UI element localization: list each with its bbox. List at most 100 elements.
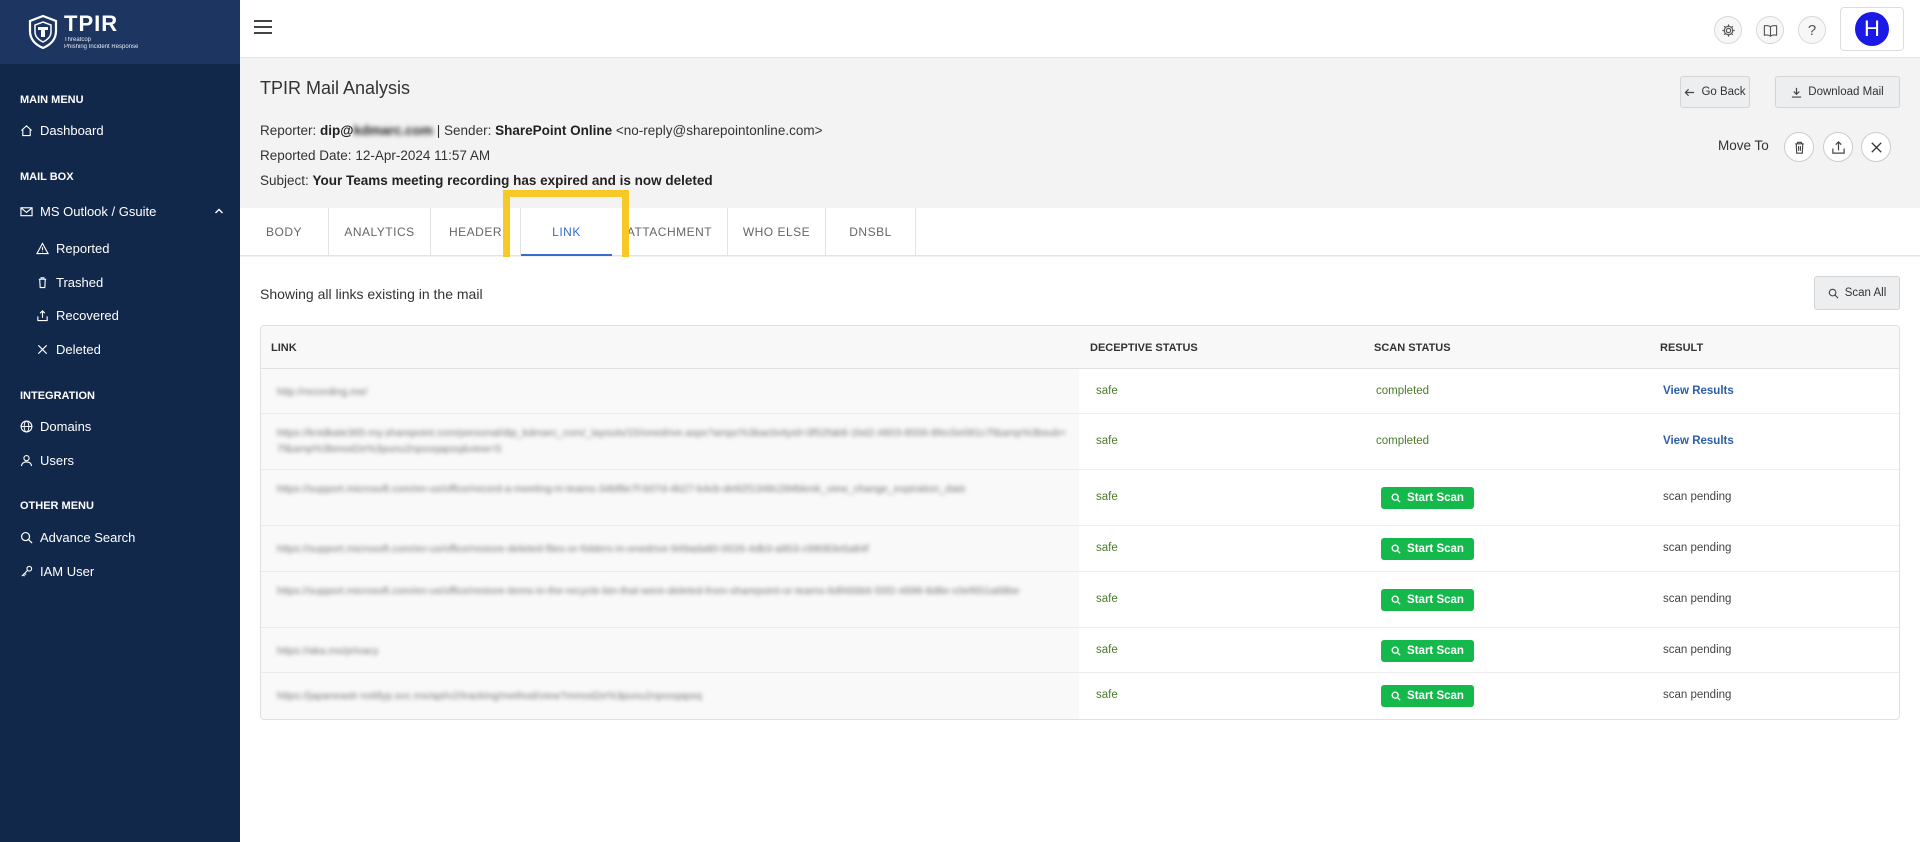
result-status: scan pending — [1663, 491, 1732, 503]
shield-logo-icon — [28, 15, 58, 49]
sidebar-item-dashboard[interactable]: Dashboard — [0, 115, 240, 145]
start-scan-button[interactable]: Start Scan — [1381, 487, 1474, 509]
key-icon — [21, 565, 33, 577]
recover-icon — [1831, 140, 1845, 154]
search-icon — [1828, 288, 1839, 298]
deceptive-status: safe — [1096, 593, 1118, 605]
view-results-link[interactable]: View Results — [1663, 435, 1734, 447]
column-header-deceptive-status: DECEPTIVE STATUS — [1090, 342, 1198, 354]
sidebar-item-label: Recovered — [56, 307, 119, 323]
trash-icon — [38, 276, 47, 288]
tab-dnsbl[interactable]: DNSBL — [826, 208, 916, 256]
table-row: https://support.microsoft.com/en-us/offi… — [261, 572, 1899, 628]
start-scan-label: Start Scan — [1407, 690, 1464, 702]
sidebar-item-domains[interactable]: Domains — [0, 411, 240, 441]
sidebar-item-deleted[interactable]: Deleted — [0, 334, 240, 364]
move-to-recover-button[interactable] — [1823, 132, 1853, 162]
start-scan-button[interactable]: Start Scan — [1381, 685, 1474, 707]
showing-links-text: Showing all links existing in the mail — [260, 286, 483, 302]
subject-value: Your Teams meeting recording has expired… — [312, 173, 713, 188]
sidebar-item-label: IAM User — [40, 563, 95, 579]
arrow-left-icon — [1684, 88, 1695, 96]
deceptive-status: safe — [1096, 385, 1118, 397]
sidebar-item-recovered[interactable]: Recovered — [0, 300, 240, 330]
reporter-email-domain: kdmarc.com — [353, 123, 434, 138]
sidebar-item-label: Trashed — [56, 274, 104, 290]
avatar: H — [1855, 12, 1889, 46]
sender-name: SharePoint Online — [495, 123, 613, 138]
start-scan-button[interactable]: Start Scan — [1381, 640, 1474, 662]
close-icon — [37, 344, 48, 354]
result-status: scan pending — [1663, 593, 1732, 605]
table-row: https://support.microsoft.com/en-us/offi… — [261, 526, 1899, 572]
sidebar-item-ms-outlook[interactable]: MS Outlook / Gsuite — [0, 196, 240, 226]
move-to-delete-button[interactable] — [1861, 132, 1891, 162]
tab-analytics[interactable]: ANALYTICS — [329, 208, 431, 256]
chevron-up-icon[interactable] — [214, 206, 224, 216]
start-scan-label: Start Scan — [1407, 645, 1464, 657]
start-scan-button[interactable]: Start Scan — [1381, 589, 1474, 611]
scan-status: completed — [1376, 385, 1430, 397]
link-url[interactable]: https://support.microsoft.com/en-us/offi… — [277, 583, 1067, 599]
sidebar-item-reported[interactable]: Reported — [0, 233, 240, 263]
logo[interactable]: TPIR Threatcop Phishing Incident Respons… — [0, 0, 240, 64]
link-url[interactable]: https://japaneastr-notifyp.svc.ms/api/v2… — [277, 688, 1067, 704]
table-row: https://aka.ms/privacy safe Start Scan s… — [261, 628, 1899, 673]
link-url[interactable]: http://recording.me/ — [277, 384, 1067, 400]
search-icon — [1391, 691, 1401, 701]
mailbox-heading: MAIL BOX — [20, 171, 74, 183]
brand-subtitle-line2: Phishing Incident Response — [64, 44, 139, 50]
tab-who-else[interactable]: WHO ELSE — [728, 208, 826, 256]
user-icon — [20, 454, 33, 466]
search-icon — [1391, 544, 1401, 554]
link-url[interactable]: https://support.microsoft.com/en-us/offi… — [277, 481, 1067, 497]
table-row: https://knidkate365-my.sharepoint.com/pe… — [261, 414, 1899, 470]
sidebar-item-iam-user[interactable]: IAM User — [0, 556, 240, 586]
search-icon — [1391, 646, 1401, 656]
avatar-button[interactable]: H — [1840, 7, 1904, 51]
sidebar-item-users[interactable]: Users — [0, 445, 240, 475]
download-icon — [1792, 87, 1802, 98]
deceptive-status: safe — [1096, 644, 1118, 656]
deceptive-status: safe — [1096, 542, 1118, 554]
settings-gear-icon[interactable] — [1714, 16, 1742, 44]
result-status: scan pending — [1663, 689, 1732, 701]
book-icon[interactable] — [1756, 16, 1784, 44]
tab-attachment[interactable]: ATTACHMENT — [612, 208, 728, 256]
tab-body[interactable]: BODY — [240, 208, 329, 256]
start-scan-button[interactable]: Start Scan — [1381, 538, 1474, 560]
home-icon — [21, 124, 32, 136]
sidebar-item-label: Users — [40, 452, 74, 468]
move-to-trash-button[interactable] — [1784, 132, 1814, 162]
sidebar: TPIR Threatcop Phishing Incident Respons… — [0, 0, 240, 842]
download-mail-button[interactable]: Download Mail — [1775, 76, 1900, 108]
recover-icon — [37, 309, 48, 321]
sidebar-item-trashed[interactable]: Trashed — [0, 267, 240, 297]
link-url[interactable]: https://support.microsoft.com/en-us/offi… — [277, 541, 1067, 557]
table-row: https://support.microsoft.com/en-us/offi… — [261, 470, 1899, 526]
sidebar-item-label: Reported — [56, 240, 110, 256]
column-header-scan-status: SCAN STATUS — [1374, 342, 1451, 354]
table-header: LINK DECEPTIVE STATUS SCAN STATUS RESULT — [261, 326, 1899, 369]
tab-bar: BODY ANALYTICS HEADER LINK ATTACHMENT WH… — [240, 208, 1920, 256]
page-title: TPIR Mail Analysis — [260, 78, 411, 98]
view-results-link[interactable]: View Results — [1663, 385, 1734, 397]
sidebar-item-label: Advance Search — [40, 529, 136, 545]
scan-all-label: Scan All — [1844, 287, 1887, 299]
result-status: scan pending — [1663, 542, 1732, 554]
scan-all-button[interactable]: Scan All — [1814, 276, 1900, 310]
search-icon — [1391, 493, 1401, 503]
go-back-button[interactable]: Go Back — [1680, 76, 1750, 108]
start-scan-label: Start Scan — [1407, 594, 1464, 606]
brand-name: TPIR — [64, 11, 119, 36]
integration-heading: INTEGRATION — [20, 390, 95, 402]
hamburger-menu-icon[interactable] — [254, 20, 272, 36]
table-row: http://recording.me/ safe completed View… — [261, 369, 1899, 414]
move-to-label: Move To — [1718, 138, 1769, 153]
link-url[interactable]: https://knidkate365-my.sharepoint.com/pe… — [277, 425, 1067, 457]
link-url[interactable]: https://aka.ms/privacy — [277, 643, 1067, 659]
help-icon[interactable]: ? — [1798, 16, 1826, 44]
links-table: LINK DECEPTIVE STATUS SCAN STATUS RESULT… — [260, 325, 1900, 720]
sidebar-item-advance-search[interactable]: Advance Search — [0, 522, 240, 552]
other-menu-heading: OTHER MENU — [20, 500, 94, 512]
